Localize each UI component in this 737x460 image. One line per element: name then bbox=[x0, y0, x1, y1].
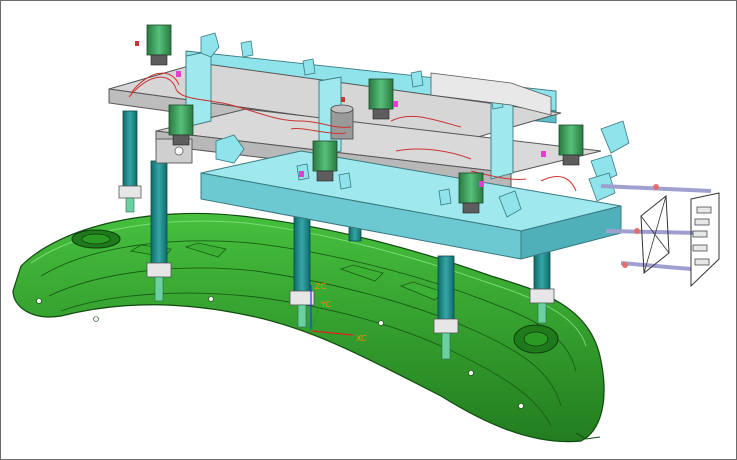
gripper-end-assembly[interactable] bbox=[600, 184, 720, 288]
y-axis-label: YC bbox=[320, 300, 331, 309]
cad-graphics-viewport[interactable]: XC YC ZC bbox=[0, 0, 737, 460]
fixture-assembly-model[interactable]: XC YC ZC bbox=[1, 1, 736, 459]
cylinder-1[interactable] bbox=[146, 24, 172, 66]
z-axis-label: ZC bbox=[315, 282, 326, 291]
x-axis-label: XC bbox=[356, 334, 367, 343]
